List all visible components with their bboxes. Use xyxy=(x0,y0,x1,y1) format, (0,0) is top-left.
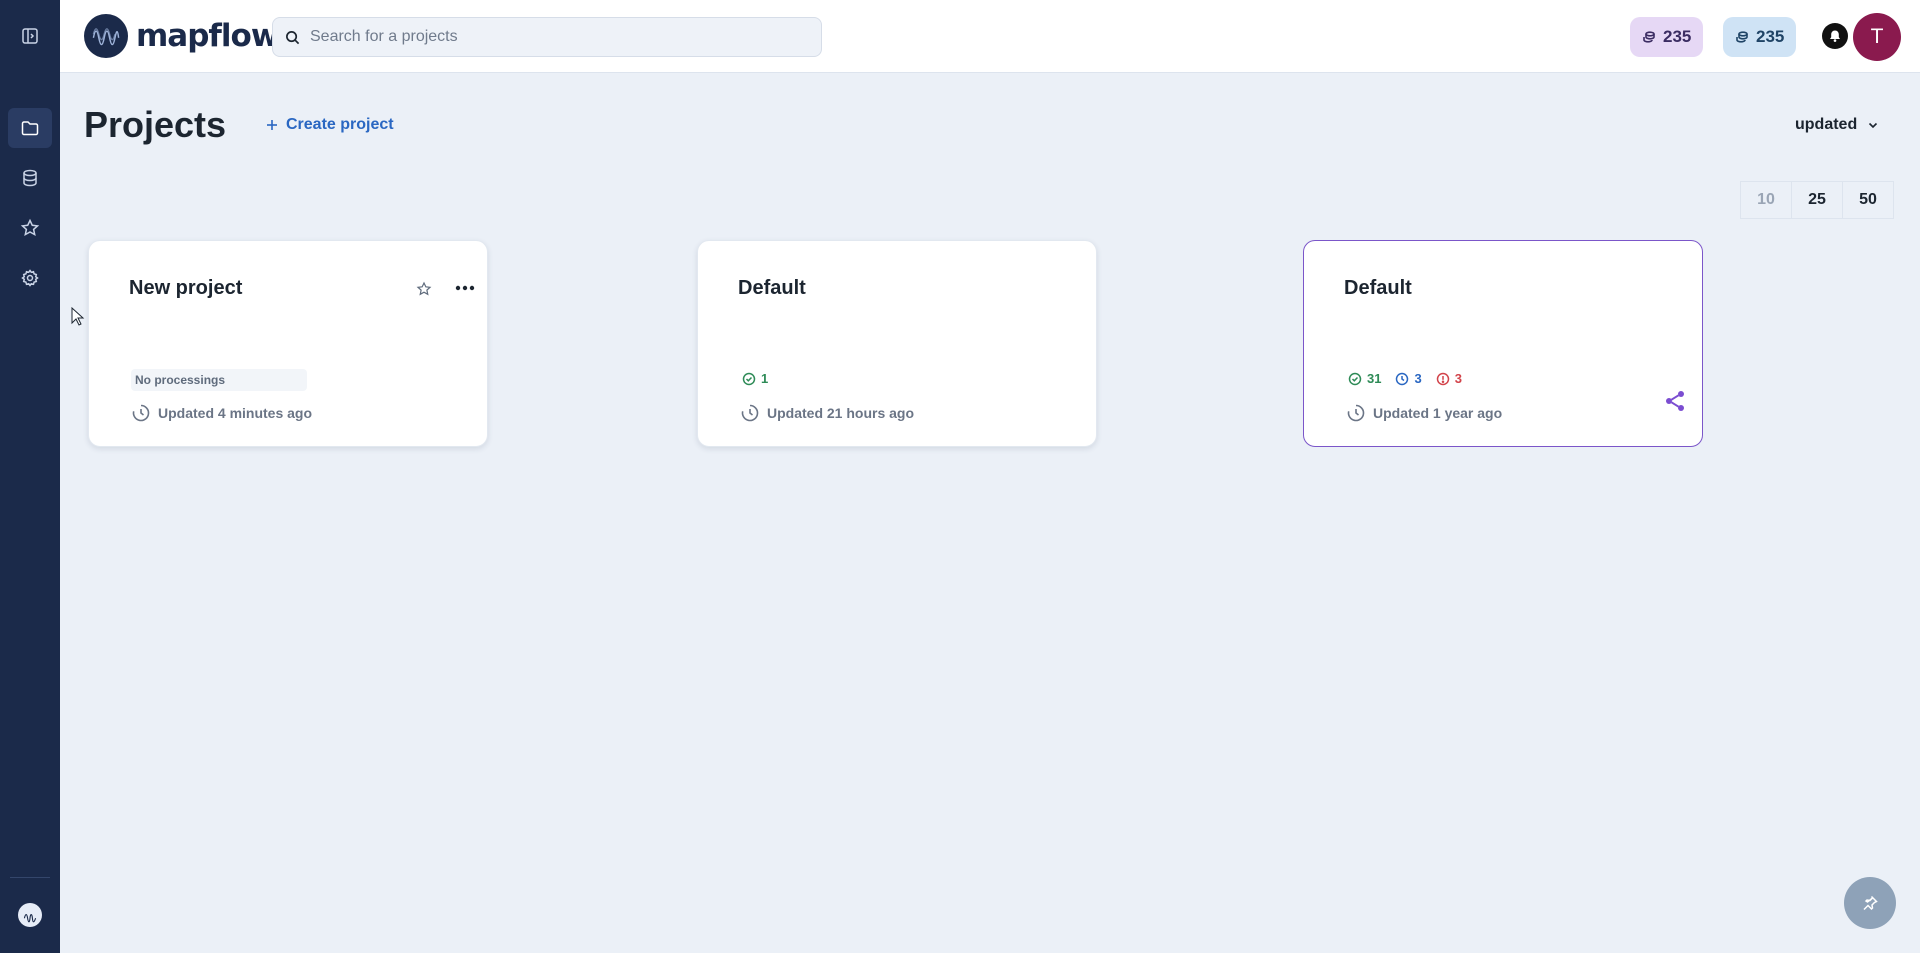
project-title: New project xyxy=(129,277,243,299)
pin-icon xyxy=(1863,895,1878,911)
folder-icon xyxy=(21,121,39,136)
sidebar-item-favorites[interactable] xyxy=(8,208,52,248)
top-header: mapflow 235 235 T xyxy=(60,0,1920,73)
chevron-down-icon xyxy=(1869,122,1878,129)
project-card-selected[interactable]: Default 31 3 3 Updated 1 year ago xyxy=(1303,240,1703,447)
sort-select[interactable]: updated xyxy=(1795,116,1879,134)
share-icon xyxy=(1666,391,1684,411)
mapflow-small-logo-icon[interactable] xyxy=(18,903,42,927)
bell-icon xyxy=(1830,30,1840,42)
clock-icon xyxy=(1347,404,1365,422)
completed-count: 1 xyxy=(742,371,768,386)
sidebar-item-settings[interactable] xyxy=(8,258,52,298)
sidebar-divider xyxy=(10,877,50,878)
brand-logo[interactable]: mapflow xyxy=(84,14,279,58)
updated-text: Updated 4 minutes ago xyxy=(158,405,313,421)
sidebar-nav xyxy=(8,108,52,298)
check-circle-icon xyxy=(1348,372,1362,385)
notifications-button[interactable] xyxy=(1822,23,1848,49)
check-circle-icon xyxy=(742,372,756,385)
sidebar xyxy=(0,0,60,953)
search-input[interactable] xyxy=(310,28,790,46)
database-icon xyxy=(23,169,37,187)
project-card[interactable]: Default 1 Updated 21 hours ago xyxy=(697,240,1097,447)
updated-info: Updated 1 year ago xyxy=(1346,403,1502,423)
mapflow-logo-icon xyxy=(84,14,128,58)
credits-badge-primary[interactable]: 235 xyxy=(1630,17,1704,57)
star-icon xyxy=(20,218,40,237)
create-project-label: Create project xyxy=(286,116,394,133)
page-title: Projects xyxy=(84,104,227,145)
plus-icon xyxy=(267,120,277,130)
project-title: Default xyxy=(738,277,806,299)
updated-info: Updated 4 minutes ago xyxy=(131,403,312,423)
updated-text: Updated 21 hours ago xyxy=(767,405,915,421)
sidebar-toggle-icon xyxy=(22,28,38,44)
settings-icon xyxy=(21,269,39,287)
sidebar-item-projects[interactable] xyxy=(8,108,52,148)
completed-count: 31 xyxy=(1348,371,1381,386)
page-size-selector: 10 25 50 xyxy=(1740,181,1894,219)
project-card[interactable]: New project No processings Updated 4 min… xyxy=(88,240,488,447)
clock-icon xyxy=(1396,372,1409,385)
sidebar-toggle-button[interactable] xyxy=(8,16,52,56)
page-size-option-25[interactable]: 25 xyxy=(1791,181,1843,219)
favorite-button[interactable] xyxy=(416,281,432,302)
search-bar[interactable] xyxy=(272,17,822,57)
project-menu-button[interactable] xyxy=(454,277,476,304)
failed-count: 3 xyxy=(1436,371,1462,386)
page-size-option-10[interactable]: 10 xyxy=(1740,181,1792,219)
more-icon xyxy=(455,285,475,291)
credits-value: 235 xyxy=(1663,27,1692,46)
page-size-option-50[interactable]: 50 xyxy=(1842,181,1894,219)
project-title: Default xyxy=(1344,277,1412,299)
create-project-button[interactable]: Create project xyxy=(266,116,394,134)
alert-circle-icon xyxy=(1436,372,1449,385)
clock-icon xyxy=(741,404,759,422)
brand-name: mapflow xyxy=(136,18,279,54)
updated-text: Updated 1 year ago xyxy=(1373,405,1503,421)
coins-icon xyxy=(1643,31,1655,43)
credits-badge-secondary[interactable]: 235 xyxy=(1723,17,1797,57)
processing-stats: 31 3 3 xyxy=(1348,371,1462,386)
updated-info: Updated 21 hours ago xyxy=(740,403,914,423)
star-icon xyxy=(416,281,432,296)
in-progress-count: 3 xyxy=(1395,371,1422,386)
support-fab-button[interactable] xyxy=(1844,877,1896,929)
coins-icon xyxy=(1736,31,1748,43)
clock-icon xyxy=(132,404,150,422)
no-processings-label: No processings xyxy=(131,369,307,391)
credits-value: 235 xyxy=(1756,27,1785,46)
search-icon xyxy=(286,30,300,44)
share-button[interactable] xyxy=(1663,389,1687,418)
processing-stats: 1 xyxy=(742,371,768,386)
user-avatar[interactable]: T xyxy=(1853,13,1901,61)
sort-label: updated xyxy=(1795,116,1858,133)
sidebar-item-data[interactable] xyxy=(8,158,52,198)
mouse-cursor-icon xyxy=(71,306,85,332)
